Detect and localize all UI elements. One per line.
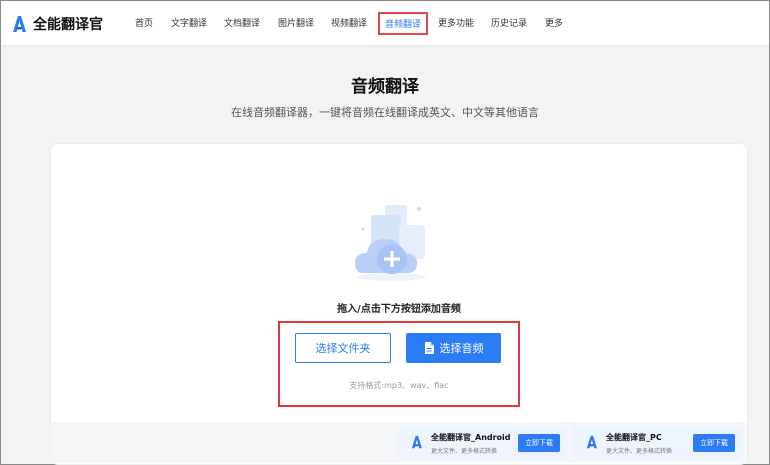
a-logo-icon bbox=[411, 435, 422, 449]
nav-item-more[interactable]: 更多 bbox=[545, 16, 563, 29]
page-subtitle: 在线音频翻译器，一键将音频在线翻译成英文、中文等其他语言 bbox=[231, 106, 539, 119]
nav-item-home[interactable]: 首页 bbox=[135, 16, 153, 29]
nav-item-video-translate[interactable]: 视频翻译 bbox=[331, 16, 367, 29]
document-icon bbox=[424, 342, 434, 354]
android-download-button[interactable]: 立即下载 bbox=[518, 434, 560, 452]
nav-item-history[interactable]: 历史记录 bbox=[491, 16, 527, 29]
android-app-desc: 更大文件、更多格式转换 bbox=[431, 448, 498, 455]
select-folder-label: 选择文件夹 bbox=[315, 342, 371, 355]
upload-card[interactable]: 中 拖入/点击下方按钮添加音频 选择文件夹 选择音频 支持格式:mp3、wav、… bbox=[50, 143, 748, 465]
nav-item-document-translate[interactable]: 文档翻译 bbox=[224, 16, 260, 29]
cloud-plus-icon[interactable]: 中 bbox=[347, 195, 437, 285]
android-app-card: 全能翻译官_Android 更大文件、更多格式转换 立即下载 bbox=[398, 426, 568, 460]
select-folder-button[interactable]: 选择文件夹 bbox=[295, 333, 391, 363]
pc-app-name: 全能翻译官_PC bbox=[606, 433, 662, 442]
top-header: 全能翻译官 首页 文字翻译 文档翻译 图片翻译 视频翻译 音频翻译 更多功能 历… bbox=[1, 1, 769, 46]
nav-item-image-translate[interactable]: 图片翻译 bbox=[278, 16, 314, 29]
pc-download-button[interactable]: 立即下载 bbox=[693, 434, 735, 452]
supported-formats: 支持格式:mp3、wav、flac bbox=[349, 381, 449, 390]
android-app-name: 全能翻译官_Android bbox=[431, 433, 511, 442]
nav-item-audio-translate[interactable]: 音频翻译 bbox=[378, 12, 429, 35]
select-audio-label: 选择音频 bbox=[439, 342, 484, 355]
nav-item-more-features[interactable]: 更多功能 bbox=[438, 16, 474, 29]
drop-hint: 拖入/点击下方按钮添加音频 bbox=[337, 304, 461, 315]
page-title: 音频翻译 bbox=[351, 77, 419, 97]
pc-app-card: 全能翻译官_PC 更大文件、更多格式转换 立即下载 bbox=[573, 426, 743, 460]
a-logo-icon bbox=[13, 16, 26, 32]
pc-app-desc: 更大文件、更多格式转换 bbox=[606, 448, 673, 455]
nav-item-text-translate[interactable]: 文字翻译 bbox=[171, 16, 207, 29]
brand-name: 全能翻译官 bbox=[33, 17, 103, 33]
a-logo-icon bbox=[586, 435, 597, 449]
brand-logo[interactable]: 全能翻译官 bbox=[11, 13, 103, 35]
select-audio-button[interactable]: 选择音频 bbox=[406, 333, 501, 363]
